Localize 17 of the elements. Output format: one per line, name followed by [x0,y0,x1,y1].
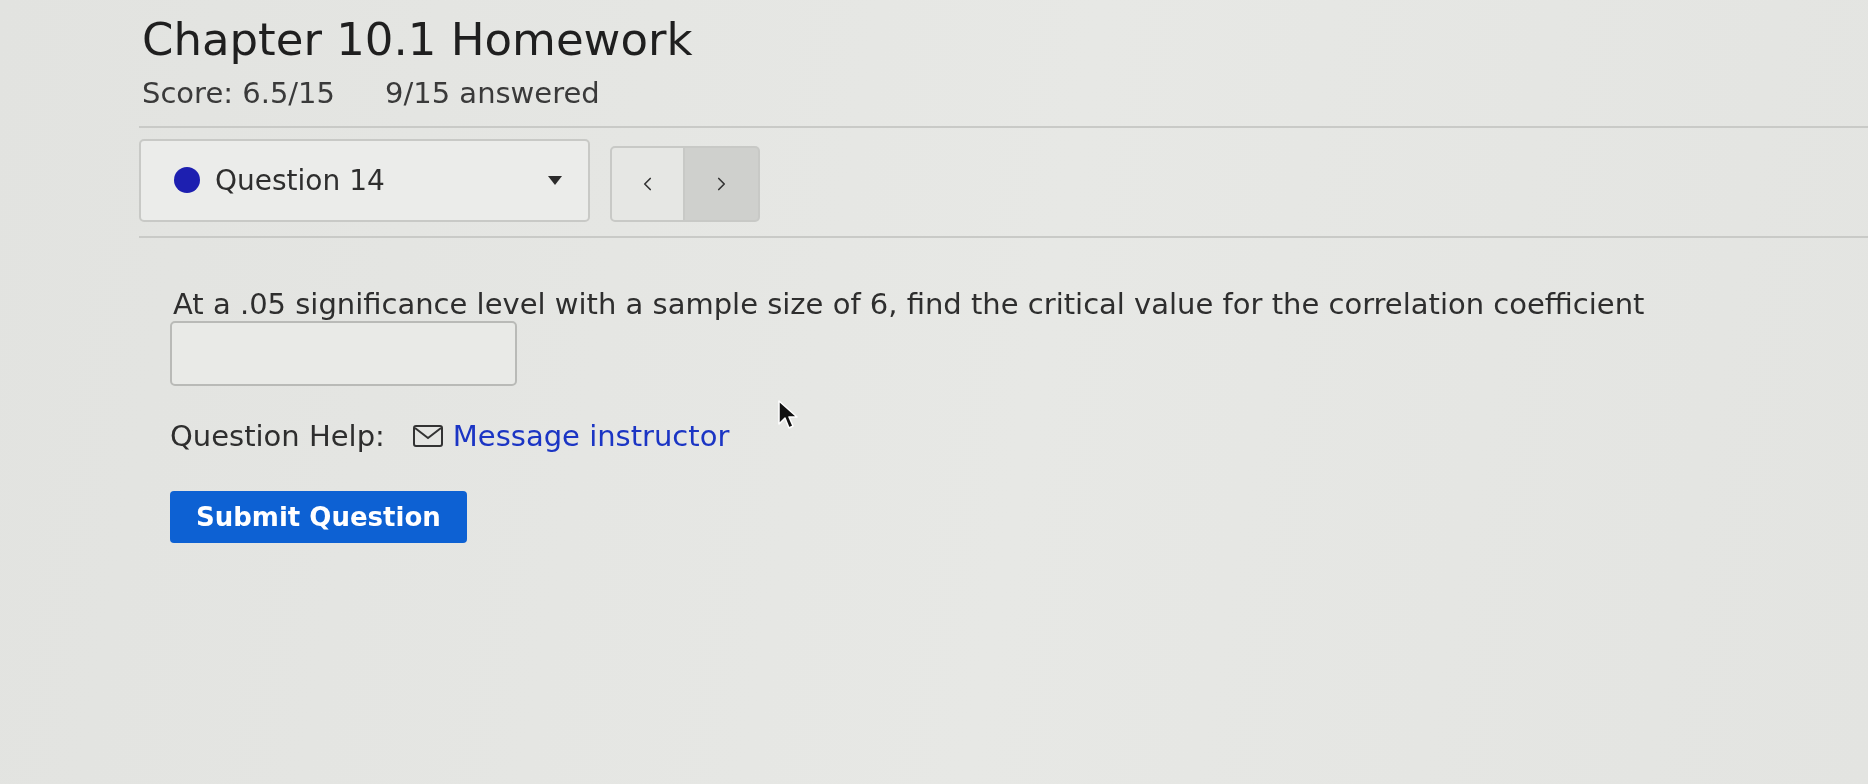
status-dot-icon [174,167,200,193]
message-instructor-link[interactable]: Message instructor [412,419,730,453]
score-text: Score: 6.5/15 [142,76,335,110]
mouse-pointer-icon [778,400,798,430]
previous-question-button[interactable] [610,146,685,222]
answered-count: 9/15 answered [385,76,600,110]
envelope-icon [412,425,443,447]
caret-down-icon [548,175,562,185]
next-question-button[interactable] [685,146,760,222]
question-text: At a .05 significance level with a sample size of 6, find the critical value for the correlation coefficient [173,287,1645,321]
chevron-left-icon [642,176,653,192]
page-title: Chapter 10.1 Homework [142,14,693,66]
question-dropdown[interactable]: Question 14 [139,138,590,222]
chevron-right-icon [716,176,727,192]
submit-question-button[interactable]: Submit Question [170,491,467,543]
question-help-label: Question Help: [170,419,385,453]
answer-field[interactable] [170,321,517,386]
